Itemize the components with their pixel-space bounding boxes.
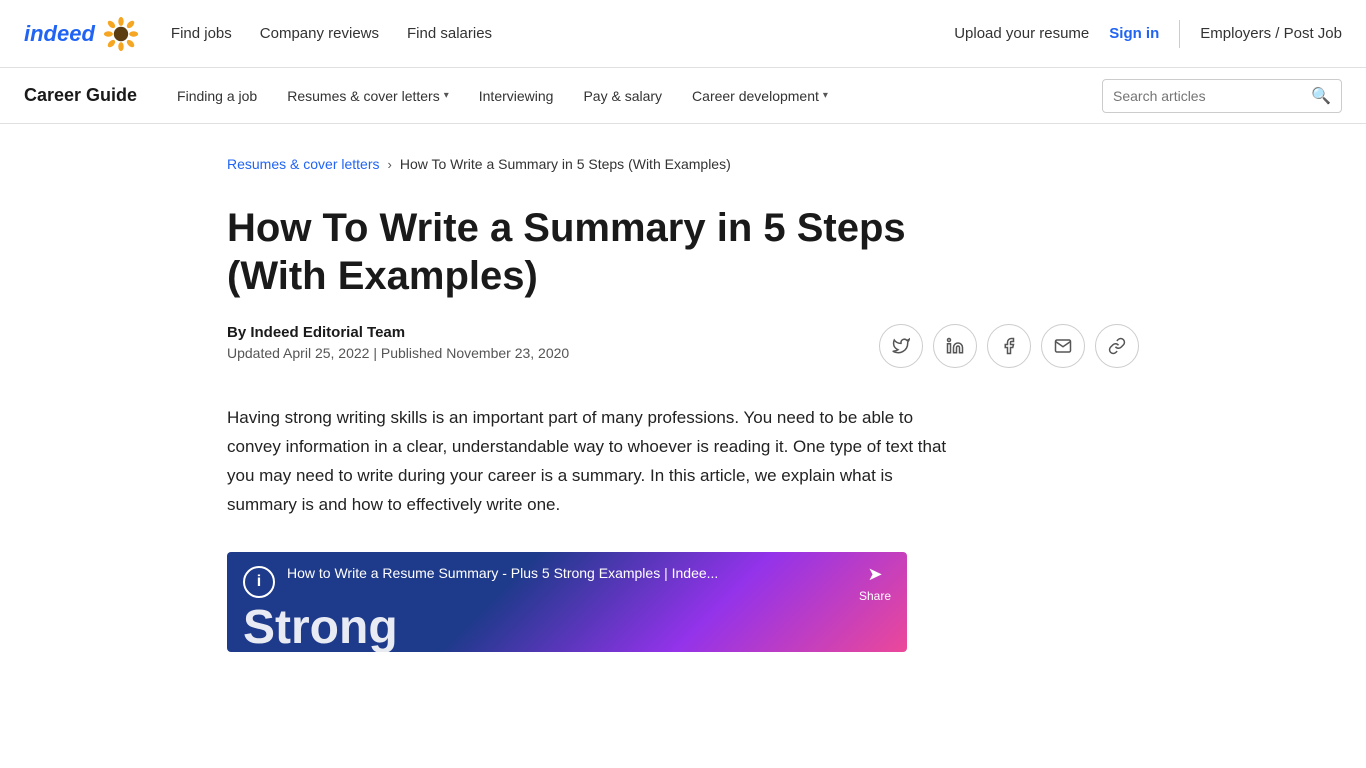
- resumes-link[interactable]: Resumes & cover letters ▾: [275, 80, 461, 112]
- article-author: By Indeed Editorial Team: [227, 324, 569, 341]
- upload-resume-link[interactable]: Upload your resume: [954, 25, 1089, 42]
- linkedin-share-button[interactable]: [933, 324, 977, 368]
- email-share-button[interactable]: [1041, 324, 1085, 368]
- top-navigation: indeed Find jobs Company reviews Find sa…: [0, 0, 1366, 68]
- employers-link[interactable]: Employers / Post Job: [1200, 25, 1342, 42]
- search-input[interactable]: [1113, 88, 1311, 104]
- main-content: Resumes & cover letters › How To Write a…: [203, 124, 1163, 700]
- top-nav-right: Upload your resume Sign in Employers / P…: [954, 20, 1342, 48]
- breadcrumb-link[interactable]: Resumes & cover letters: [227, 156, 380, 172]
- link-icon: [1108, 337, 1126, 355]
- video-title: How to Write a Resume Summary - Plus 5 S…: [287, 564, 859, 584]
- video-share-button[interactable]: ➤ Share: [859, 564, 891, 603]
- meta-text: By Indeed Editorial Team Updated April 2…: [227, 324, 569, 361]
- article-intro: Having strong writing skills is an impor…: [227, 404, 947, 520]
- pay-salary-link[interactable]: Pay & salary: [571, 80, 674, 112]
- sign-in-button[interactable]: Sign in: [1109, 25, 1159, 42]
- linkedin-icon: [946, 337, 964, 355]
- article-meta: By Indeed Editorial Team Updated April 2…: [227, 324, 1139, 368]
- find-jobs-link[interactable]: Find jobs: [171, 25, 232, 42]
- video-share-label: Share: [859, 589, 891, 603]
- breadcrumb-current: How To Write a Summary in 5 Steps (With …: [400, 156, 731, 172]
- social-share-buttons: [879, 324, 1139, 368]
- main-nav-links: Find jobs Company reviews Find salaries: [171, 25, 954, 42]
- video-strong-text: Strong: [227, 604, 907, 652]
- indeed-logo[interactable]: indeed: [24, 21, 95, 47]
- breadcrumb: Resumes & cover letters › How To Write a…: [227, 156, 1139, 172]
- resumes-chevron-icon: ▾: [444, 90, 449, 101]
- sunflower-icon: [103, 16, 139, 52]
- career-guide-navigation: Career Guide Finding a job Resumes & cov…: [0, 68, 1366, 124]
- article-dates: Updated April 25, 2022 | Published Novem…: [227, 345, 569, 361]
- career-nav-links: Finding a job Resumes & cover letters ▾ …: [165, 80, 1102, 112]
- video-info-icon: i: [243, 566, 275, 598]
- copy-link-button[interactable]: [1095, 324, 1139, 368]
- career-dev-chevron-icon: ▾: [823, 90, 828, 101]
- breadcrumb-separator: ›: [388, 157, 392, 172]
- facebook-share-button[interactable]: [987, 324, 1031, 368]
- nav-divider: [1179, 20, 1180, 48]
- video-thumbnail[interactable]: i How to Write a Resume Summary - Plus 5…: [227, 552, 907, 652]
- email-icon: [1054, 337, 1072, 355]
- interviewing-link[interactable]: Interviewing: [467, 80, 566, 112]
- article-title: How To Write a Summary in 5 Steps (With …: [227, 204, 947, 300]
- search-button[interactable]: 🔍: [1311, 86, 1331, 106]
- search-box[interactable]: 🔍: [1102, 79, 1342, 113]
- company-reviews-link[interactable]: Company reviews: [260, 25, 379, 42]
- twitter-share-button[interactable]: [879, 324, 923, 368]
- career-dev-link[interactable]: Career development ▾: [680, 80, 840, 112]
- find-salaries-link[interactable]: Find salaries: [407, 25, 492, 42]
- career-guide-title: Career Guide: [24, 85, 137, 106]
- twitter-icon: [892, 337, 910, 355]
- logo-area: indeed: [24, 16, 139, 52]
- article-body: Having strong writing skills is an impor…: [227, 404, 947, 652]
- share-arrow-icon: ➤: [867, 564, 882, 585]
- finding-a-job-link[interactable]: Finding a job: [165, 80, 269, 112]
- facebook-icon: [1000, 337, 1018, 355]
